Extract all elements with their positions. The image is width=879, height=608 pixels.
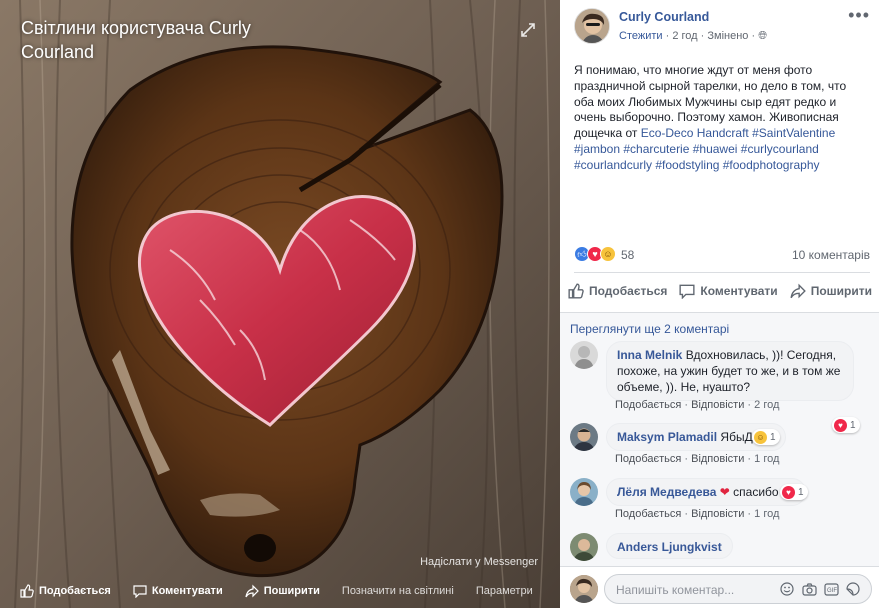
commenter-avatar[interactable] [570,533,598,561]
post-body: Я понимаю, что многие ждут от меня фото … [574,63,866,174]
comment-meta: Подобається · Відповісти · 2 год [615,399,780,411]
post-action-bar: Подобається Коментувати Поширити [568,280,872,302]
photo-tag-label: Позначити на світлині [341,585,454,597]
share-icon [245,584,259,598]
post-timestamp[interactable]: 2 год [672,30,697,42]
thumbs-up-icon [20,584,34,598]
comment-like-link[interactable]: Подобається [615,399,681,411]
photo-options-label: Параметри [475,585,533,597]
sticker-icon[interactable] [843,581,863,597]
comment-item: Лёля Медведева ❤ спасибо ♥ 1 Подобається… [570,478,870,524]
haha-reaction-icon: ☺ [754,430,767,444]
view-more-comments-link[interactable]: Переглянути ще 2 коментарі [570,322,729,336]
photo-like-label: Подобається [39,585,111,597]
comment-composer: Напишіть коментар... GIF [560,566,879,608]
comment-like-link[interactable]: Подобається [615,508,681,520]
commenter-name[interactable]: Anders Ljungkvist [617,540,722,554]
svg-text:GIF: GIF [827,588,837,594]
red-heart-icon: ❤ [719,485,730,499]
comment-time[interactable]: 2 год [754,399,779,411]
haha-reaction-icon: ☺ [600,246,616,262]
photo-options-button[interactable]: Параметри [476,585,533,597]
post-header: Curly Courland Стежити · 2 год · Змінено… [574,6,874,48]
photo-viewer[interactable]: Світлини користувача Curly Courland Наді… [0,0,560,608]
comment-text: спасибо [733,485,779,499]
post-photo [0,0,560,608]
thumbs-up-icon [568,283,584,299]
photo-comment-button[interactable]: Коментувати [133,584,223,598]
comment-bubble: Inna Melnik Вдохновилась, ))! Сегодня, п… [606,341,854,401]
comments-section: Переглянути ще 2 коментарі Inna Melnik В… [560,312,879,566]
comment-meta: Подобається · Відповісти · 1 год [615,453,780,465]
author-name[interactable]: Curly Courland [619,10,709,24]
comment-item: Maksym Plamadil ЯбыДа ☺ 1 Подобається · … [570,423,870,469]
post-options-icon[interactable]: ••• [848,6,870,24]
post-meta: Стежити · 2 год · Змінено · 🌐︎ [619,30,767,42]
comment-reaction-count: 1 [770,431,776,443]
comment-like-link[interactable]: Подобається [615,453,681,465]
photo-comment-label: Коментувати [151,585,223,597]
camera-icon[interactable] [799,581,819,597]
like-label: Подобається [589,284,668,298]
post-side-panel: Curly Courland Стежити · 2 год · Змінено… [560,0,879,608]
comment-reactions[interactable]: ☺ 1 [752,429,780,445]
comment-item: Inna Melnik Вдохновилась, ))! Сегодня, п… [570,341,870,433]
reaction-icons[interactable]: 👍︎ ♥ ☺ [574,246,616,262]
commenter-avatar[interactable] [570,423,598,451]
commenter-avatar[interactable] [570,478,598,506]
reaction-count[interactable]: 58 [621,248,634,262]
share-icon [790,283,806,299]
comment-bubble: Anders Ljungkvist [606,533,733,559]
comment-reactions[interactable]: ♥ 1 [780,484,808,500]
comment-meta: Подобається · Відповісти · 1 год [615,508,780,520]
photo-tag-button[interactable]: Позначити на світлині [342,585,454,597]
comment-reply-link[interactable]: Відповісти [691,508,744,520]
commenter-name[interactable]: Maksym Plamadil [617,430,717,444]
comment-reply-link[interactable]: Відповісти [691,453,744,465]
commenter-avatar[interactable] [570,341,598,369]
comment-icon [679,284,695,299]
reactions-summary: 👍︎ ♥ ☺ 58 10 коментарів [574,246,870,264]
photo-like-button[interactable]: Подобається [20,584,111,598]
comment-button[interactable]: Коментувати [679,280,778,302]
love-reaction-icon: ♥ [782,485,795,499]
send-in-messenger-link[interactable]: Надіслати у Messenger [420,556,538,568]
share-button[interactable]: Поширити [790,280,872,302]
photo-album-title[interactable]: Світлини користувача Curly Courland [21,16,311,64]
comment-time[interactable]: 1 год [754,453,779,465]
comment-input[interactable]: Напишіть коментар... GIF [604,574,872,604]
comment-reply-link[interactable]: Відповісти [691,399,744,411]
composer-tools: GIF [775,581,863,597]
emoji-icon[interactable] [777,581,797,597]
divider [574,272,870,273]
commenter-name[interactable]: Лёля Медведева [617,485,716,499]
comment-item: Anders Ljungkvist [570,533,870,567]
globe-icon[interactable]: 🌐︎ [758,30,767,42]
like-button[interactable]: Подобається [568,280,667,302]
page-mention-link[interactable]: Eco-Deco Handcraft [641,126,749,140]
commenter-name[interactable]: Inna Melnik [617,348,682,362]
comment-input-placeholder: Напишіть коментар... [616,583,735,597]
comment-time[interactable]: 1 год [754,508,779,520]
photo-share-button[interactable]: Поширити [245,584,320,598]
comment-reaction-count: 1 [798,486,804,498]
comment-count[interactable]: 10 коментарів [792,248,870,262]
follow-button[interactable]: Стежити [619,30,663,42]
photo-action-bar: Подобається Коментувати Поширити Позначи… [0,574,560,608]
comment-bubble: Лёля Медведева ❤ спасибо [606,478,806,506]
edited-label[interactable]: Змінено [707,30,748,42]
comment-icon [133,585,147,598]
photo-share-label: Поширити [263,585,320,597]
comment-label: Коментувати [700,284,778,298]
fullscreen-expand-icon[interactable] [520,22,538,40]
share-label: Поширити [810,284,872,298]
gif-icon[interactable]: GIF [821,581,841,597]
author-avatar[interactable] [574,8,610,44]
current-user-avatar [570,575,598,603]
